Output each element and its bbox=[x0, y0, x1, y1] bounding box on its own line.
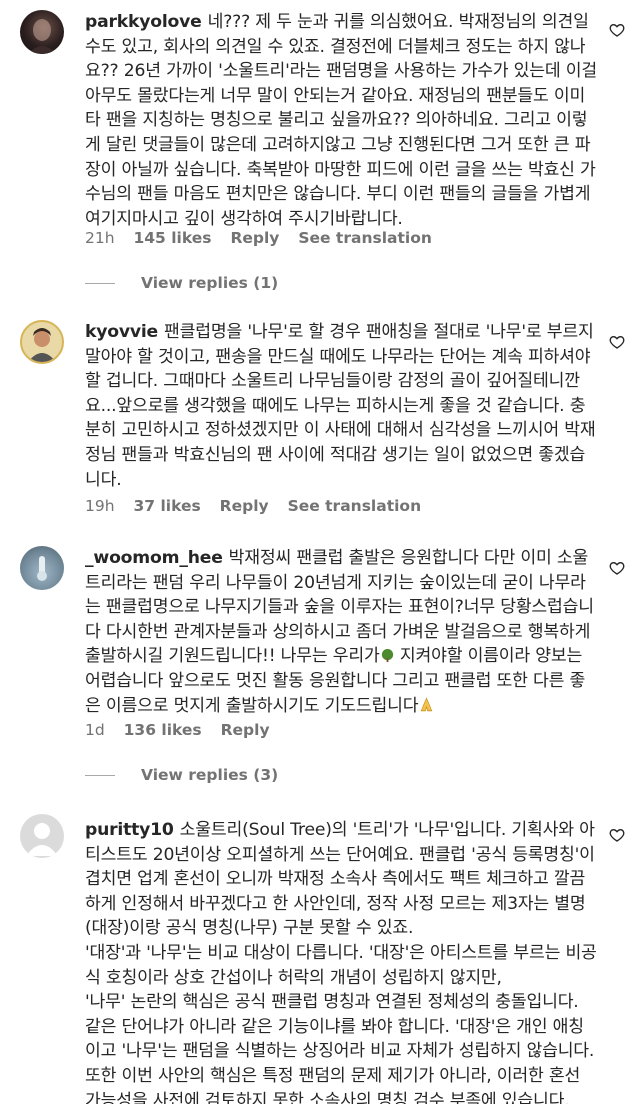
likes-count[interactable]: 136 likes bbox=[124, 721, 202, 739]
profile-photo-icon bbox=[28, 328, 56, 362]
timestamp: 1d bbox=[85, 721, 105, 739]
tree-emoji-icon bbox=[381, 649, 393, 663]
comment-paragraph: puritty10 소울트리(Soul Tree)의 '트리'가 '나무'입니다.… bbox=[85, 820, 595, 939]
comment-meta: 21h 145 likes Reply See translation bbox=[85, 229, 446, 247]
username[interactable]: parkkyolove bbox=[85, 12, 202, 32]
heart-icon[interactable] bbox=[609, 22, 625, 38]
comment-text: parkkyolove 네??? 제 두 눈과 귀를 의심했어요. 박재정님의 의… bbox=[85, 12, 598, 229]
see-translation-button[interactable]: See translation bbox=[288, 497, 422, 515]
view-replies-button[interactable]: View replies (3) bbox=[85, 766, 278, 784]
avatar[interactable] bbox=[20, 546, 64, 590]
avatar[interactable] bbox=[20, 320, 64, 364]
default-avatar-icon bbox=[26, 823, 58, 856]
comment-meta: 1d 136 likes Reply bbox=[85, 721, 284, 739]
comment-text: kyovvie 팬클럽명을 '나무'로 할 경우 팬애칭을 절대로 '나무'로 부… bbox=[85, 322, 596, 490]
divider bbox=[85, 774, 115, 776]
username[interactable]: puritty10 bbox=[85, 820, 174, 840]
comment-text: puritty10 소울트리(Soul Tree)의 '트리'가 '나무'입니다.… bbox=[85, 818, 597, 1104]
reply-button[interactable]: Reply bbox=[221, 721, 270, 739]
comment-paragraph: '대장'과 '나무'는 비교 대상이 다릅니다. '대장'은 아티스트를 부르는… bbox=[85, 942, 597, 988]
timestamp: 19h bbox=[85, 497, 115, 515]
folded-hands-emoji-icon bbox=[421, 696, 433, 711]
profile-photo-icon bbox=[37, 556, 47, 581]
timestamp: 21h bbox=[85, 229, 115, 247]
reply-button[interactable]: Reply bbox=[220, 497, 269, 515]
avatar[interactable] bbox=[20, 10, 64, 54]
comment-meta: 19h 37 likes Reply See translation bbox=[85, 497, 435, 515]
heart-icon[interactable] bbox=[609, 827, 625, 843]
likes-count[interactable]: 37 likes bbox=[133, 497, 200, 515]
divider bbox=[85, 282, 115, 284]
likes-count[interactable]: 145 likes bbox=[133, 229, 211, 247]
username[interactable]: _woomom_hee bbox=[85, 548, 223, 568]
profile-photo-icon bbox=[28, 19, 56, 54]
view-replies-button[interactable]: View replies (1) bbox=[85, 274, 278, 292]
username[interactable]: kyovvie bbox=[85, 322, 158, 342]
comment-paragraph: '나무' 논란의 핵심은 공식 팬클럽 명칭과 연결된 정체성의 충돌입니다. … bbox=[85, 992, 595, 1104]
see-translation-button[interactable]: See translation bbox=[298, 229, 432, 247]
avatar[interactable] bbox=[20, 814, 64, 858]
heart-icon[interactable] bbox=[609, 560, 625, 576]
comment-text: _woomom_hee 박재정씨 팬클럽 출발은 응원합니다 다만 이미 소울트리… bbox=[85, 548, 594, 716]
heart-icon[interactable] bbox=[609, 334, 625, 350]
reply-button[interactable]: Reply bbox=[230, 229, 279, 247]
